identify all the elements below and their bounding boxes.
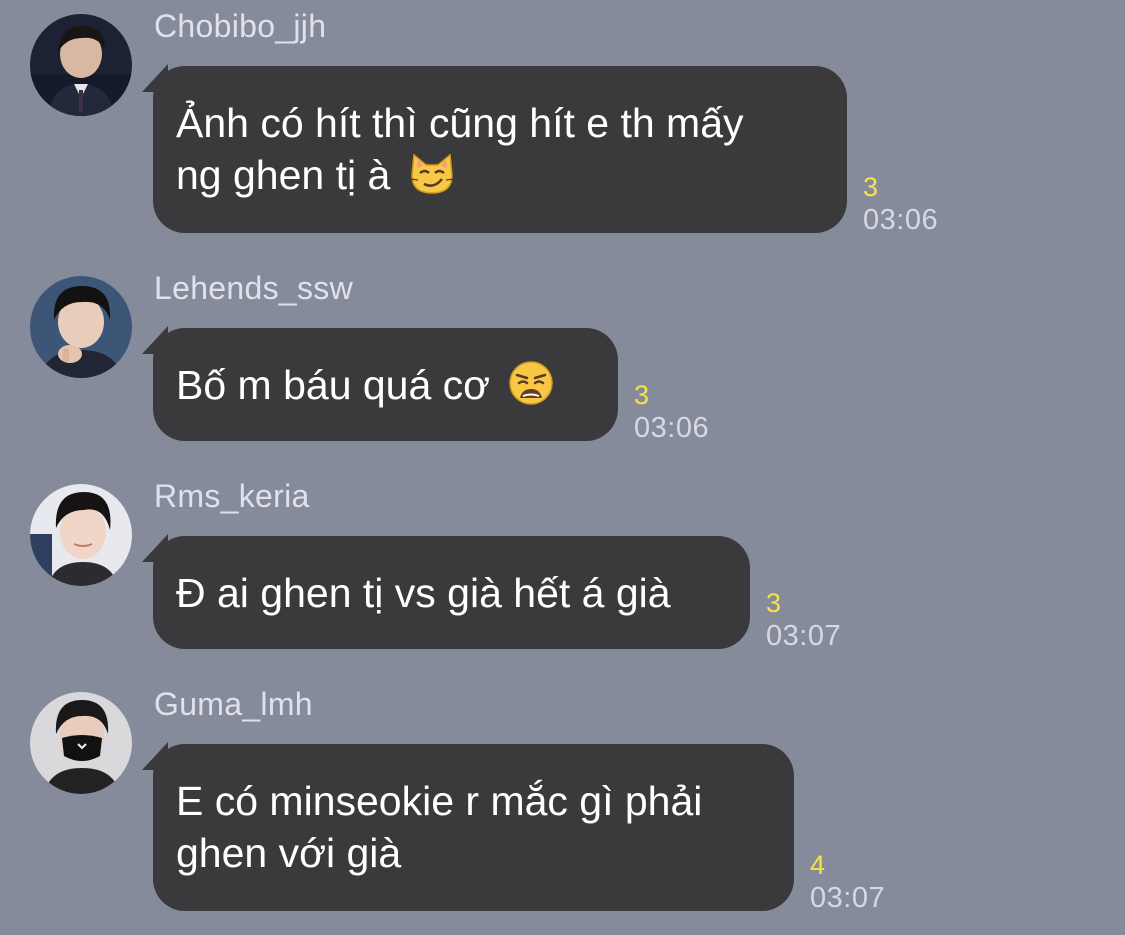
avatar-photo xyxy=(30,276,132,378)
sender-name: Lehends_ssw xyxy=(154,270,353,306)
avatar-photo xyxy=(30,484,132,586)
message-meta: 4 03:07 xyxy=(810,850,885,916)
message-bubble[interactable]: Đ ai ghen tị vs già hết á già xyxy=(142,534,750,649)
message-text: Bố m báu quá cơ xyxy=(176,362,491,408)
message-text: E có minseokie r mắc gì phải ghen với gi… xyxy=(176,778,703,876)
bubble-tail xyxy=(142,64,168,92)
avatar[interactable] xyxy=(30,484,132,586)
message-meta: 3 03:06 xyxy=(863,172,938,238)
bubble-tail xyxy=(142,534,168,562)
avatar-photo xyxy=(30,14,132,116)
message-text: Đ ai ghen tị vs già hết á già xyxy=(176,570,671,616)
timestamp: 03:06 xyxy=(634,412,710,444)
message-bubble[interactable]: Ảnh có hít thì cũng hít e th mấy ng ghen… xyxy=(142,64,847,233)
message-bubble[interactable]: Bố m báu quá cơ xyxy=(142,326,618,441)
timestamp: 03:07 xyxy=(766,620,842,652)
message-meta: 3 03:07 xyxy=(766,588,841,654)
message-meta: 3 03:06 xyxy=(634,380,709,446)
sender-name: Guma_lmh xyxy=(154,686,313,722)
bubble-tail xyxy=(142,742,168,770)
unread-count: 3 xyxy=(766,588,782,618)
unread-count: 3 xyxy=(634,380,650,410)
avatar-photo xyxy=(30,692,132,794)
timestamp: 03:07 xyxy=(810,882,886,914)
message-bubble[interactable]: E có minseokie r mắc gì phải ghen với gi… xyxy=(142,742,794,911)
unread-count: 4 xyxy=(810,850,826,880)
avatar[interactable] xyxy=(30,276,132,378)
avatar[interactable] xyxy=(30,692,132,794)
message-text: Ảnh có hít thì cũng hít e th mấy ng ghen… xyxy=(176,100,744,198)
sender-name: Chobibo_jjh xyxy=(154,8,327,44)
unread-count: 3 xyxy=(863,172,879,202)
timestamp: 03:06 xyxy=(863,204,939,236)
weary-face-icon xyxy=(507,359,555,419)
bubble-tail xyxy=(142,326,168,354)
sender-name: Rms_keria xyxy=(154,478,310,514)
smirking-cat-face-icon xyxy=(408,151,456,209)
avatar[interactable] xyxy=(30,14,132,116)
